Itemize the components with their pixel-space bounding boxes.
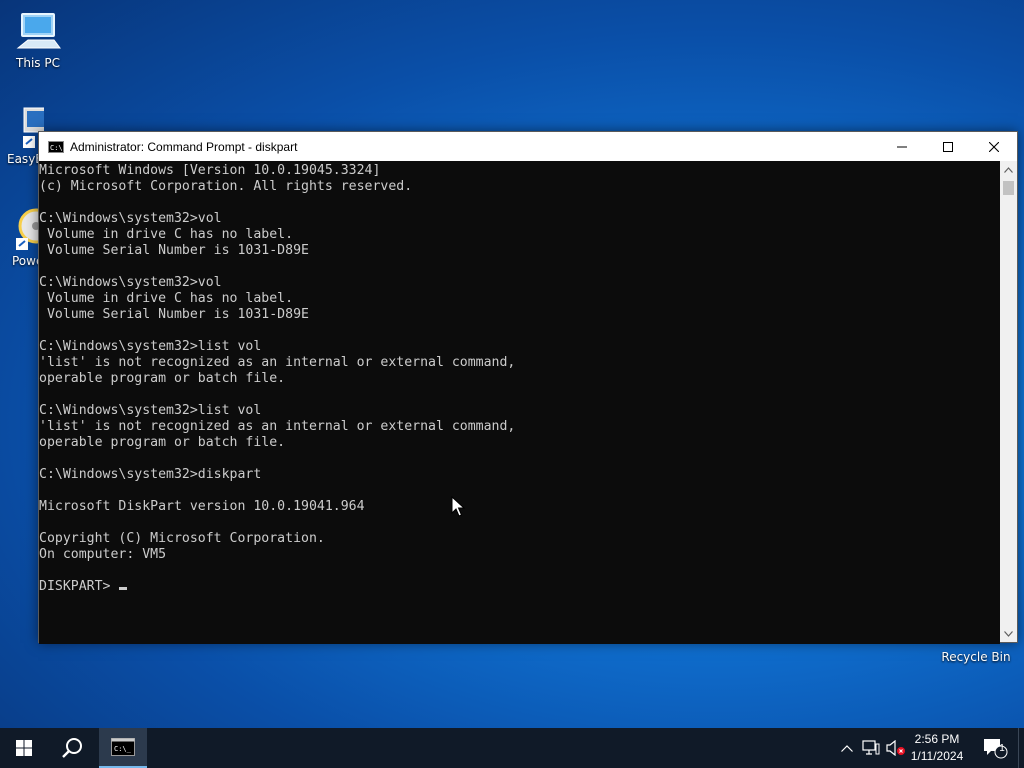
vertical-scrollbar[interactable]	[1000, 161, 1017, 642]
console-line: (c) Microsoft Corporation. All rights re…	[39, 179, 413, 194]
svg-text:C:\_: C:\_	[114, 745, 132, 753]
minimize-button[interactable]	[879, 132, 925, 161]
command-prompt-window[interactable]: C:\ Administrator: Command Prompt - disk…	[38, 131, 1018, 644]
chevron-up-icon	[841, 744, 853, 752]
cmd-icon: C:\	[48, 140, 64, 153]
console-line: Volume Serial Number is 1031-D89E	[39, 243, 309, 258]
console-line: Copyright (C) Microsoft Corporation.	[39, 531, 325, 546]
console-line: operable program or batch file.	[39, 435, 286, 450]
console-line: Volume Serial Number is 1031-D89E	[39, 307, 309, 322]
maximize-icon	[943, 141, 953, 152]
clock-date: 1/11/2024	[910, 749, 964, 763]
windows-start-icon	[16, 740, 32, 756]
desktop-icon-label: Recycle Bin	[941, 650, 1011, 664]
chevron-down-icon	[1004, 630, 1013, 637]
notification-count: 1	[999, 743, 1005, 754]
computer-icon	[14, 10, 62, 54]
console-line: C:\Windows\system32>list vol	[39, 403, 262, 418]
title-bar[interactable]: C:\ Administrator: Command Prompt - disk…	[39, 132, 1017, 161]
search-icon	[62, 738, 82, 758]
desktop-icon-label: This PC	[16, 56, 60, 70]
close-icon	[989, 141, 999, 152]
console-line: On computer: VM5	[39, 547, 167, 562]
console-line: Volume in drive C has no label.	[39, 291, 294, 306]
scrollbar-thumb[interactable]	[1003, 181, 1014, 195]
start-button[interactable]	[0, 728, 48, 768]
console-line: Volume in drive C has no label.	[39, 227, 294, 242]
console-line: 'list' is not recognized as an internal …	[39, 355, 516, 370]
window-title: Administrator: Command Prompt - diskpart	[70, 139, 298, 154]
console-line: 'list' is not recognized as an internal …	[39, 419, 516, 434]
action-center-button[interactable]: 1	[978, 728, 1012, 768]
console-prompt: DISKPART>	[39, 579, 119, 594]
maximize-button[interactable]	[925, 132, 971, 161]
text-cursor	[119, 587, 128, 590]
scroll-down-button[interactable]	[1000, 625, 1017, 642]
console-line: C:\Windows\system32>vol	[39, 211, 222, 226]
console-line: Microsoft DiskPart version 10.0.19041.96…	[39, 499, 365, 514]
minimize-icon	[897, 146, 907, 147]
clock-time: 2:56 PM	[914, 732, 960, 746]
scroll-up-button[interactable]	[1000, 161, 1017, 178]
show-desktop-button[interactable]	[1018, 728, 1024, 768]
cmd-icon: C:\_	[111, 738, 135, 756]
clock[interactable]: 2:56 PM 1/11/2024	[902, 731, 972, 765]
console-line: operable program or batch file.	[39, 371, 286, 386]
network-button[interactable]	[860, 728, 882, 768]
show-hidden-icons-button[interactable]	[836, 728, 858, 768]
console-line: C:\Windows\system32>list vol	[39, 339, 262, 354]
desktop-icon-this-pc[interactable]: This PC	[0, 10, 76, 70]
mouse-pointer-icon	[451, 496, 465, 517]
console-prompt-line[interactable]: DISKPART>	[39, 579, 1000, 595]
console-output[interactable]: Microsoft Windows [Version 10.0.19045.33…	[39, 161, 1000, 644]
close-button[interactable]	[971, 132, 1017, 161]
search-button[interactable]	[48, 728, 96, 768]
console-line: C:\Windows\system32>diskpart	[39, 467, 262, 482]
taskbar: C:\_ 2:56 PM 1/11/2024 1	[0, 728, 1024, 768]
chevron-up-icon	[1004, 166, 1013, 173]
taskbar-app-command-prompt[interactable]: C:\_	[99, 728, 147, 768]
console-line: Microsoft Windows [Version 10.0.19045.33…	[39, 163, 381, 178]
console-line: C:\Windows\system32>vol	[39, 275, 222, 290]
network-icon	[862, 740, 880, 755]
